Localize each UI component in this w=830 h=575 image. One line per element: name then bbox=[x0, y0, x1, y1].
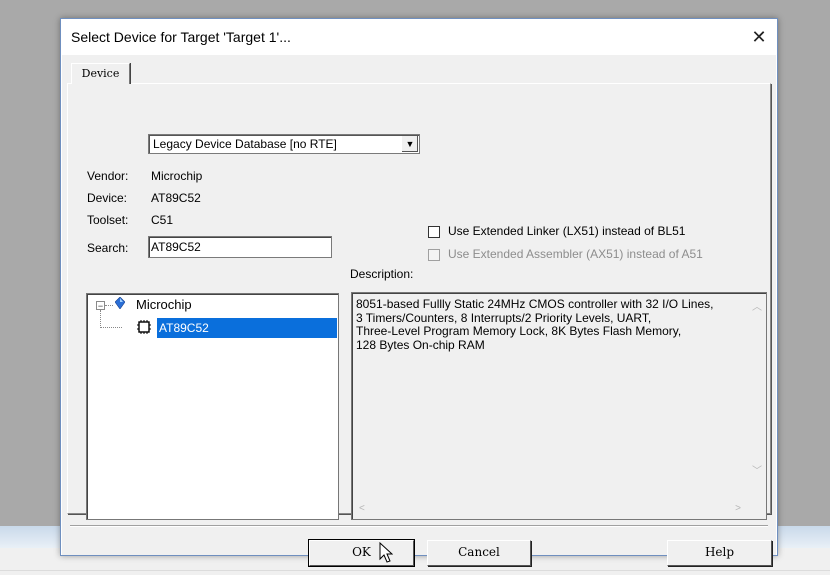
database-select[interactable]: Legacy Device Database [no RTE] ▼ bbox=[148, 134, 420, 154]
vertical-scrollbar[interactable]: ︿ ﹀ bbox=[748, 294, 765, 501]
extended-assembler-checkbox bbox=[428, 249, 440, 261]
scroll-left-icon[interactable]: < bbox=[359, 503, 365, 514]
scroll-down-icon[interactable]: ﹀ bbox=[752, 462, 762, 477]
ok-button[interactable]: OK bbox=[308, 539, 415, 567]
tree-connector bbox=[105, 305, 113, 306]
collapse-icon[interactable]: − bbox=[96, 301, 105, 311]
scroll-right-icon[interactable]: > bbox=[735, 503, 741, 514]
extended-assembler-label: Use Extended Assembler (AX51) instead of… bbox=[448, 247, 703, 261]
vendor-diamond-icon bbox=[115, 297, 125, 309]
vendor-value: Microchip bbox=[151, 169, 203, 183]
close-icon[interactable]: ✕ bbox=[741, 19, 777, 55]
search-label: Search: bbox=[87, 241, 129, 255]
button-separator bbox=[70, 525, 768, 527]
search-input[interactable]: AT89C52 bbox=[148, 236, 332, 258]
toolset-label: Toolset: bbox=[87, 213, 129, 227]
tree-connector bbox=[100, 310, 101, 328]
toolset-value: C51 bbox=[151, 213, 174, 227]
tree-connector bbox=[100, 327, 122, 328]
tree-item-device[interactable]: AT89C52 bbox=[157, 318, 337, 338]
mouse-pointer-icon bbox=[379, 542, 393, 563]
device-tab-panel: Legacy Device Database [no RTE] ▼ Vendor… bbox=[67, 83, 771, 520]
device-value: AT89C52 bbox=[151, 191, 201, 205]
tab-device[interactable]: Device bbox=[71, 63, 130, 84]
vendor-label: Vendor: bbox=[87, 169, 129, 183]
database-select-value: Legacy Device Database [no RTE] bbox=[153, 137, 337, 151]
chevron-down-icon[interactable]: ▼ bbox=[401, 136, 418, 152]
chip-icon bbox=[137, 320, 151, 334]
horizontal-scrollbar[interactable]: < > bbox=[353, 501, 749, 518]
dialog-title: Select Device for Target 'Target 1'... bbox=[71, 29, 291, 45]
extended-linker-label: Use Extended Linker (LX51) instead of BL… bbox=[448, 224, 686, 238]
description-box: 8051-based Fullly Static 24MHz CMOS cont… bbox=[351, 292, 767, 520]
background-divider bbox=[0, 570, 830, 571]
scroll-up-icon[interactable]: ︿ bbox=[752, 298, 762, 313]
tree-item-vendor[interactable]: Microchip bbox=[136, 297, 192, 312]
description-label: Description: bbox=[350, 267, 414, 281]
help-button[interactable]: Help bbox=[667, 540, 772, 566]
device-tree[interactable]: − Microchip AT89C52 bbox=[86, 293, 339, 520]
extended-linker-checkbox[interactable] bbox=[428, 226, 440, 238]
description-text: 8051-based Fullly Static 24MHz CMOS cont… bbox=[356, 297, 714, 352]
dialog-client: Device Legacy Device Database [no RTE] ▼… bbox=[62, 55, 776, 567]
select-device-dialog: Select Device for Target 'Target 1'... ✕… bbox=[60, 18, 778, 567]
device-label: Device: bbox=[87, 191, 128, 205]
cancel-button[interactable]: Cancel bbox=[427, 540, 531, 566]
dialog-titlebar[interactable]: Select Device for Target 'Target 1'... ✕ bbox=[61, 19, 777, 55]
